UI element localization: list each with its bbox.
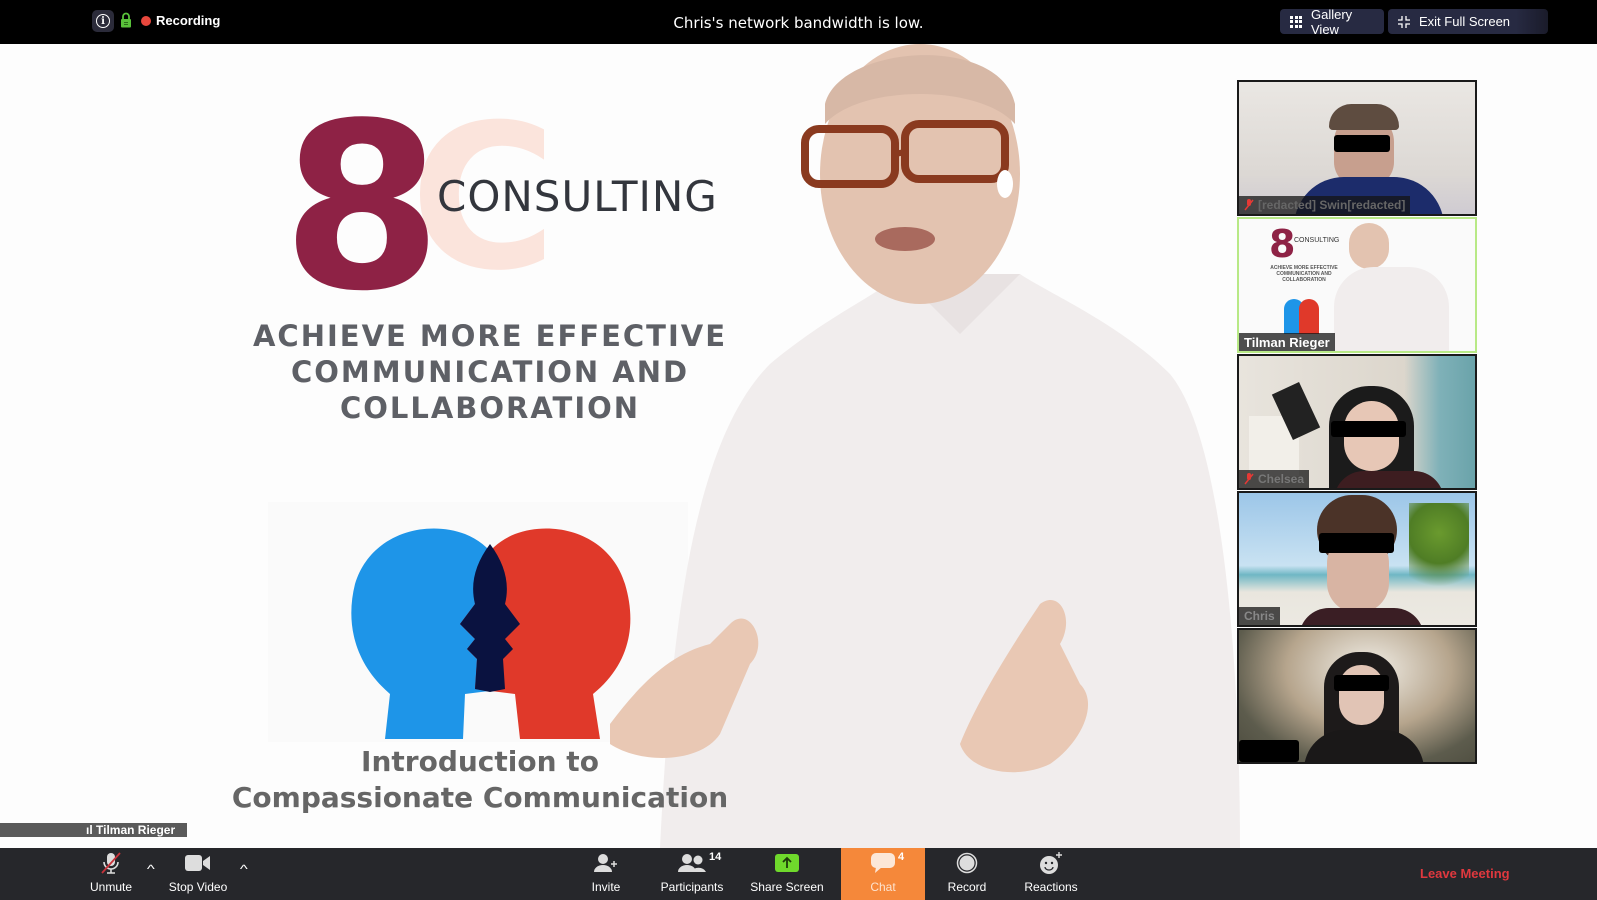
slide-course-title: Introduction to Compassionate Communicat… bbox=[190, 744, 770, 816]
participant-name-tag: [redacted] bbox=[1239, 744, 1307, 762]
reactions-button[interactable]: Reactions bbox=[1021, 848, 1081, 900]
participant-thumbnail-strip: [redacted] Swin[redacted] 8 CONSULTING A… bbox=[1237, 80, 1477, 765]
grid-icon bbox=[1290, 15, 1302, 28]
participant-name: [redacted] bbox=[1244, 746, 1302, 760]
share-screen-button[interactable]: Share Screen bbox=[747, 848, 827, 900]
exit-full-screen-button[interactable]: Exit Full Screen bbox=[1388, 9, 1548, 34]
unmute-button[interactable]: Unmute bbox=[86, 848, 136, 900]
leave-meeting-button[interactable]: Leave Meeting bbox=[1420, 866, 1510, 881]
chat-bubble-icon bbox=[871, 853, 895, 873]
participant-name-tag: Tilman Rieger bbox=[1239, 333, 1335, 351]
participant-name: Chris bbox=[1244, 609, 1275, 623]
course-line: Compassionate Communication bbox=[231, 781, 729, 814]
stop-video-label: Stop Video bbox=[168, 880, 228, 894]
stop-video-button[interactable]: Stop Video bbox=[166, 848, 230, 900]
share-screen-icon bbox=[775, 854, 799, 872]
participant-name: Tilman Rieger bbox=[1244, 334, 1330, 350]
video-options-caret-icon[interactable]: ^ bbox=[240, 862, 248, 876]
gallery-view-label: Gallery View bbox=[1311, 6, 1353, 37]
chat-unread-count: 4 bbox=[898, 851, 905, 863]
zoom-meeting-window: i Recording Chris's network bandwidth is… bbox=[0, 0, 1597, 900]
participant-tile[interactable]: 8 CONSULTING ACHIEVE MORE EFFECTIVE COMMU… bbox=[1237, 217, 1477, 353]
participant-name-tag: [redacted] Swin[redacted] bbox=[1239, 196, 1411, 214]
video-camera-icon bbox=[185, 855, 210, 871]
participants-count: 14 bbox=[709, 851, 722, 863]
muted-mic-icon bbox=[1244, 473, 1254, 485]
participant-tile[interactable]: Chris bbox=[1237, 491, 1477, 627]
chat-label: Chat bbox=[870, 880, 896, 894]
exit-full-screen-label: Exit Full Screen bbox=[1419, 14, 1511, 29]
participant-tile[interactable]: [redacted] bbox=[1237, 628, 1477, 764]
share-screen-label: Share Screen bbox=[750, 880, 824, 894]
top-bar: i Recording Chris's network bandwidth is… bbox=[0, 0, 1597, 44]
participant-tile[interactable]: Chelsea bbox=[1237, 354, 1477, 490]
reactions-emoji-icon bbox=[1040, 852, 1062, 874]
record-button[interactable]: Record bbox=[945, 848, 989, 900]
active-speaker-name: Tilman Rieger bbox=[96, 823, 176, 837]
active-speaker-name-tag: ıl Tilman Rieger bbox=[0, 823, 187, 837]
audio-level-icon: ıl bbox=[86, 823, 97, 837]
participant-name: [redacted] Swin[redacted] bbox=[1258, 198, 1406, 212]
record-label: Record bbox=[947, 880, 987, 894]
record-icon bbox=[956, 852, 978, 874]
unmute-label: Unmute bbox=[89, 880, 133, 894]
invite-label: Invite bbox=[591, 880, 621, 894]
reactions-label: Reactions bbox=[1024, 880, 1078, 894]
participant-name: Chelsea bbox=[1258, 472, 1305, 486]
participants-label: Participants bbox=[660, 880, 724, 894]
exit-fullscreen-icon bbox=[1398, 15, 1410, 28]
chat-button[interactable]: 4 Chat bbox=[841, 848, 925, 900]
course-line: Introduction to bbox=[361, 745, 599, 778]
participant-tile[interactable]: [redacted] Swin[redacted] bbox=[1237, 80, 1477, 216]
logo-number-8: 8 bbox=[282, 75, 442, 342]
muted-mic-icon bbox=[1244, 199, 1254, 211]
presenter-figure bbox=[610, 44, 1240, 848]
add-person-icon bbox=[594, 854, 617, 872]
muted-mic-icon bbox=[101, 852, 121, 874]
invite-button[interactable]: Invite bbox=[586, 848, 626, 900]
meeting-toolbar: Unmute ^ Stop Video ^ Invite 14 Particip… bbox=[0, 848, 1597, 900]
participants-button[interactable]: 14 Participants bbox=[657, 848, 727, 900]
gallery-view-button[interactable]: Gallery View bbox=[1280, 6, 1384, 37]
participant-name-tag: Chelsea bbox=[1239, 470, 1310, 488]
participants-icon bbox=[678, 854, 706, 872]
audio-options-caret-icon[interactable]: ^ bbox=[147, 862, 155, 876]
participant-name-tag: Chris bbox=[1239, 607, 1280, 625]
two-heads-icon bbox=[351, 528, 631, 739]
